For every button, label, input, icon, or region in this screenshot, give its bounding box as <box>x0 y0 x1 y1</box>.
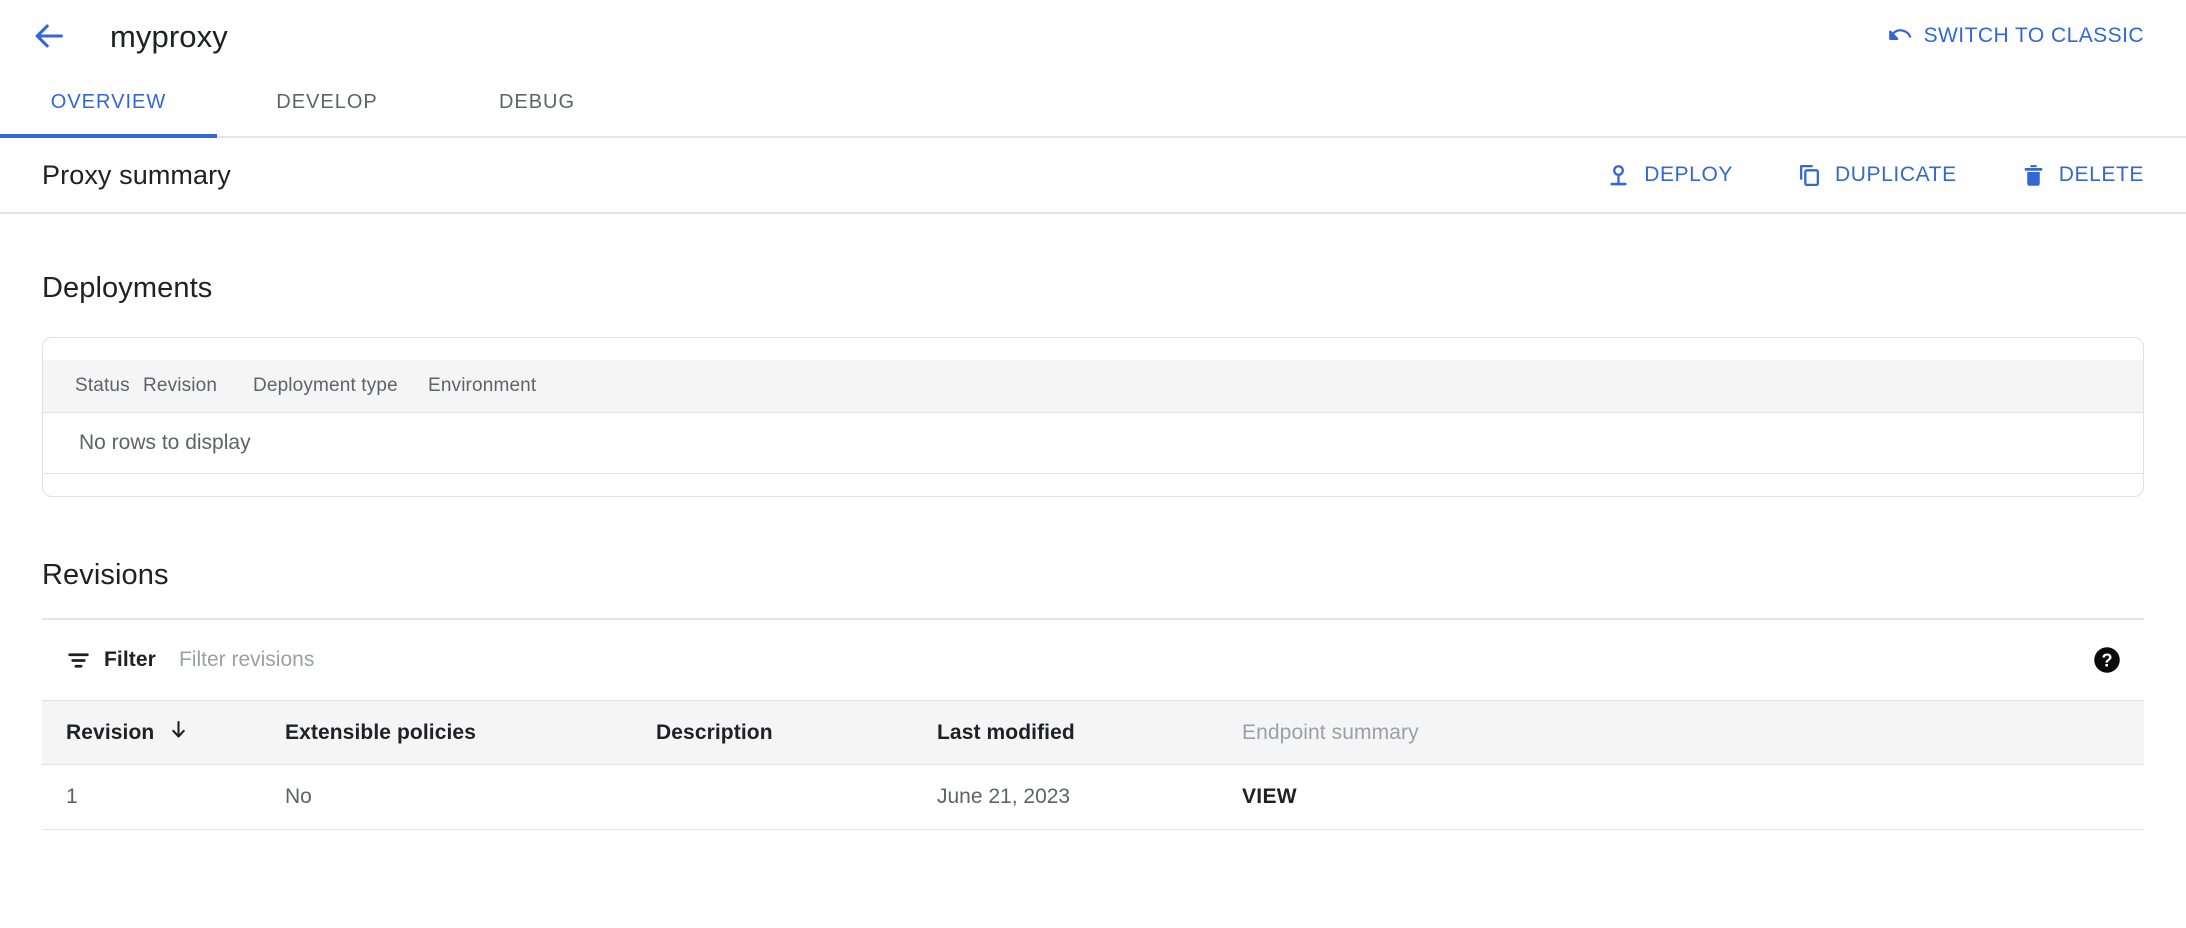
switch-to-classic-label: SWITCH TO CLASSIC <box>1924 24 2144 48</box>
deployments-table: Status Revision Deployment type Environm… <box>43 360 2143 474</box>
revisions-table: Revision Extensible policies Description… <box>42 700 2144 830</box>
revision-cell: 1 <box>42 765 285 830</box>
deployments-table-body: No rows to display <box>43 413 2143 474</box>
filter-button[interactable]: Filter <box>66 648 156 673</box>
revisions-table-body: 1 No June 21, 2023 VIEW <box>42 765 2144 830</box>
deployments-section-title: Deployments <box>42 272 2144 305</box>
deployments-empty-message: No rows to display <box>43 413 2143 474</box>
tab-bar: OVERVIEW DEVELOP DEBUG <box>0 72 2186 138</box>
endpoint-summary-view-link[interactable]: VIEW <box>1242 765 2144 830</box>
revisions-col-description[interactable]: Description <box>656 701 937 765</box>
extensible-policies-cell: No <box>285 765 656 830</box>
switch-to-classic-button[interactable]: SWITCH TO CLASSIC <box>1887 17 2144 55</box>
pin-drop-icon <box>1606 163 1631 188</box>
delete-label: DELETE <box>2059 163 2144 187</box>
content-copy-icon <box>1797 163 1822 188</box>
top-app-bar: myproxy SWITCH TO CLASSIC <box>0 0 2186 72</box>
revisions-col-endpoint-summary: Endpoint summary <box>1242 701 2144 765</box>
summary-actions: DEPLOY DUPLICATE DELETE <box>1606 163 2144 188</box>
proxy-summary-header: Proxy summary DEPLOY DUPLICATE <box>0 138 2186 214</box>
filter-label: Filter <box>104 648 156 672</box>
revisions-filter-bar: Filter ? <box>42 618 2144 700</box>
filter-revisions-input[interactable] <box>179 648 739 672</box>
svg-text:?: ? <box>2101 650 2112 670</box>
undo-arrow-icon <box>1887 23 1913 49</box>
table-row[interactable]: 1 No June 21, 2023 VIEW <box>42 765 2144 830</box>
description-cell <box>656 765 937 830</box>
proxy-summary-title: Proxy summary <box>42 160 231 191</box>
deploy-button[interactable]: DEPLOY <box>1606 163 1733 188</box>
deploy-label: DEPLOY <box>1644 163 1733 187</box>
duplicate-button[interactable]: DUPLICATE <box>1797 163 1957 188</box>
deployments-col-revision: Revision <box>143 360 253 413</box>
revisions-header-row: Revision Extensible policies Description… <box>42 701 2144 765</box>
deployments-card: Status Revision Deployment type Environm… <box>42 337 2144 497</box>
arrow-back-icon <box>33 19 67 53</box>
deployments-col-status: Status <box>43 360 143 413</box>
revisions-col-last-modified[interactable]: Last modified <box>937 701 1242 765</box>
revisions-section-title: Revisions <box>42 559 2144 592</box>
revisions-col-revision[interactable]: Revision <box>42 701 285 765</box>
tab-overview[interactable]: OVERVIEW <box>0 91 217 136</box>
revisions-col-extensible-policies[interactable]: Extensible policies <box>285 701 656 765</box>
deployments-col-environment: Environment <box>428 360 2143 413</box>
trash-icon <box>2021 163 2046 188</box>
last-modified-cell: June 21, 2023 <box>937 765 1242 830</box>
deployments-header-row: Status Revision Deployment type Environm… <box>43 360 2143 413</box>
deployments-empty-row: No rows to display <box>43 413 2143 474</box>
duplicate-label: DUPLICATE <box>1835 163 1957 187</box>
help-circle-icon[interactable]: ? <box>2092 645 2122 675</box>
tab-debug[interactable]: DEBUG <box>437 91 637 136</box>
back-button[interactable] <box>26 12 74 60</box>
main-content: Deployments Status Revision Deployment t… <box>0 272 2186 830</box>
deployments-table-head: Status Revision Deployment type Environm… <box>43 360 2143 413</box>
deployments-col-deployment-type: Deployment type <box>253 360 428 413</box>
page-title: myproxy <box>110 21 228 52</box>
revisions-col-revision-label: Revision <box>66 721 154 745</box>
tab-develop[interactable]: DEVELOP <box>217 91 437 136</box>
filter-list-icon <box>66 648 91 673</box>
sort-descending-arrow-icon <box>168 719 189 746</box>
delete-button[interactable]: DELETE <box>2021 163 2144 188</box>
revisions-table-head: Revision Extensible policies Description… <box>42 701 2144 765</box>
